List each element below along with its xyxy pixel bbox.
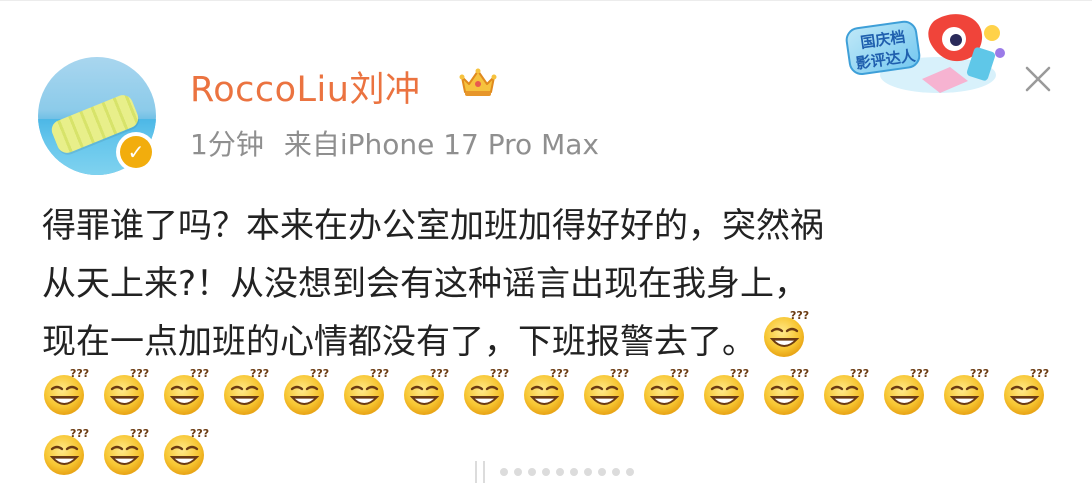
svg-text:???: ??? — [70, 367, 89, 380]
svg-text:???: ??? — [430, 367, 449, 380]
confused-grin-emoji: ??? — [464, 367, 509, 417]
svg-text:???: ??? — [610, 367, 629, 380]
svg-text:???: ??? — [970, 367, 989, 380]
confused-grin-emoji: ??? — [44, 427, 89, 477]
confused-grin-emoji: ??? — [404, 367, 449, 417]
confused-grin-emoji: ??? — [104, 367, 149, 417]
confused-grin-emoji: ??? — [524, 367, 569, 417]
close-icon[interactable] — [1020, 61, 1056, 97]
post-text-line: 得罪谁了吗？本来在办公室加班加得好好的，突然祸 — [42, 206, 824, 246]
confused-grin-emoji: ??? — [344, 367, 389, 417]
watermark-dots — [475, 461, 634, 483]
confused-grin-emoji: ??? — [944, 367, 989, 417]
svg-text:???: ??? — [730, 367, 749, 380]
svg-text:???: ??? — [250, 367, 269, 380]
post-text-line-3: 现在一点加班的心情都没有了，下班报警去了。 ??? — [42, 309, 810, 362]
film-critic-badge[interactable]: 国庆档 影评达人 — [842, 9, 1014, 103]
confused-grin-emoji: ??? — [104, 427, 149, 477]
confused-grin-emoji: ??? — [824, 367, 869, 417]
svg-text:???: ??? — [70, 427, 89, 440]
confused-grin-emoji: ??? — [164, 367, 209, 417]
confused-grin-emoji: ??? — [704, 367, 749, 417]
svg-text:???: ??? — [190, 367, 209, 380]
svg-text:???: ??? — [790, 367, 809, 380]
confused-grin-emoji: ??? — [884, 367, 929, 417]
svg-text:???: ??? — [130, 427, 149, 440]
svg-text:???: ??? — [670, 367, 689, 380]
confused-grin-emoji: ??? — [224, 367, 269, 417]
svg-text:???: ??? — [370, 367, 389, 380]
confused-grin-emoji: ??? — [284, 367, 329, 417]
confused-grin-emoji: ??? — [164, 427, 209, 477]
confused-grin-emoji: ??? — [44, 367, 89, 417]
svg-text:???: ??? — [790, 309, 809, 322]
svg-text:???: ??? — [910, 367, 929, 380]
post-body: 得罪谁了吗？本来在办公室加班加得好好的，突然祸 从天上来?！从没想到会有这种谣言… — [42, 197, 1062, 491]
svg-text:???: ??? — [190, 427, 209, 440]
svg-text:???: ??? — [1030, 367, 1049, 380]
emoji-row: ??? ??? ??? ??? ??? ??? ??? ??? ??? ??? … — [44, 367, 1062, 431]
svg-text:???: ??? — [130, 367, 149, 380]
confused-grin-emoji: ??? — [584, 367, 629, 417]
confused-grin-emoji: ??? — [764, 367, 809, 417]
verified-badge-icon: ✓ — [116, 132, 156, 172]
confused-grin-emoji: ??? — [764, 309, 809, 359]
post-source[interactable]: 来自iPhone 17 Pro Max — [284, 128, 599, 161]
post-meta: 1分钟 来自iPhone 17 Pro Max — [190, 123, 599, 163]
crown-icon — [459, 68, 497, 96]
post-time: 1分钟 — [190, 128, 264, 161]
svg-text:???: ??? — [310, 367, 329, 380]
confused-grin-emoji: ??? — [644, 367, 689, 417]
weibo-post-card: ✓ RoccoLiu刘冲 1分钟 来自iPhone 17 Pro Max 国庆档 … — [0, 0, 1092, 501]
author-name[interactable]: RoccoLiu刘冲 — [190, 61, 420, 112]
svg-text:???: ??? — [490, 367, 509, 380]
confused-grin-emoji: ??? — [1004, 367, 1049, 417]
post-text-line: 从天上来?！从没想到会有这种谣言出现在我身上， — [42, 264, 809, 304]
svg-text:???: ??? — [550, 367, 569, 380]
svg-text:???: ??? — [850, 367, 869, 380]
